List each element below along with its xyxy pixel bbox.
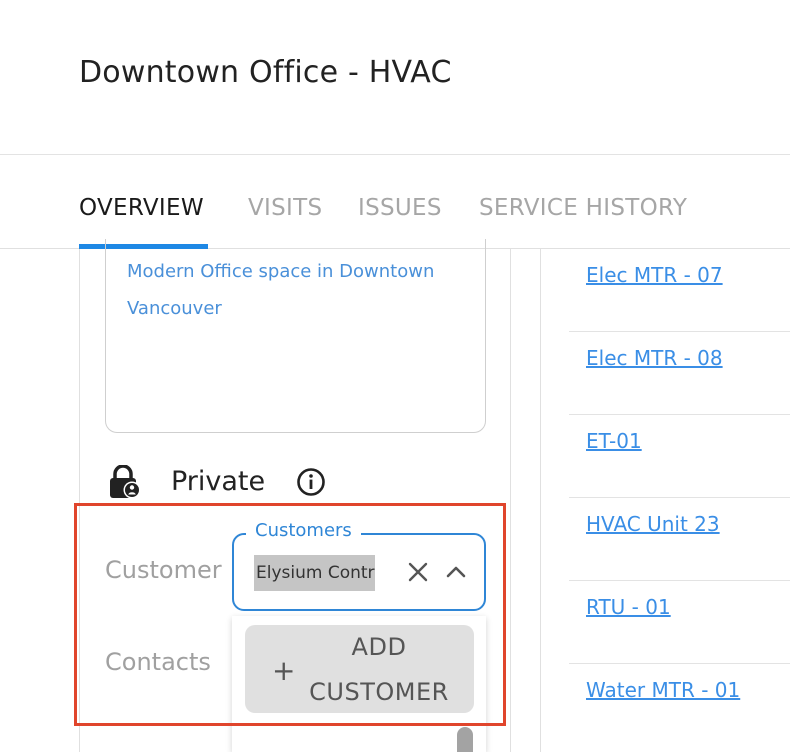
tab-service-history[interactable]: SERVICE HISTORY	[479, 195, 687, 221]
customer-select[interactable]: Customers Elysium Contractors	[232, 520, 486, 611]
list-item: Elec MTR - 08	[569, 332, 790, 415]
plus-icon: +	[272, 654, 296, 687]
description-text: Modern Office space in Downtown Vancouve…	[127, 261, 435, 319]
add-customer-label: ADD CUSTOMER	[309, 633, 449, 706]
equipment-link[interactable]: Elec MTR - 07	[586, 263, 723, 287]
customer-select-legend: Customers	[246, 520, 361, 541]
equipment-link[interactable]: ET-01	[586, 429, 642, 453]
contacts-label: Contacts	[105, 648, 211, 676]
dropdown-scrollbar[interactable]	[457, 727, 473, 752]
equipment-link[interactable]: RTU - 01	[586, 595, 671, 619]
tab-issues[interactable]: ISSUES	[358, 195, 442, 221]
list-item: Water MTR - 01	[569, 664, 790, 747]
customer-label: Customer	[105, 556, 222, 584]
close-icon[interactable]	[407, 561, 429, 583]
customer-dropdown: + ADD CUSTOMER	[232, 616, 486, 752]
list-item: RTU - 01	[569, 581, 790, 664]
privacy-row: Private	[108, 465, 408, 501]
list-item: HVAC Unit 23	[569, 498, 790, 581]
tab-overview[interactable]: OVERVIEW	[79, 195, 204, 221]
info-icon[interactable]	[296, 467, 326, 497]
chevron-up-icon[interactable]	[446, 564, 466, 578]
add-customer-button[interactable]: + ADD CUSTOMER	[245, 625, 474, 713]
tab-bar: OVERVIEW VISITS ISSUES SERVICE HISTORY	[0, 155, 790, 249]
equipment-link[interactable]: HVAC Unit 23	[586, 512, 720, 536]
tab-visits[interactable]: VISITS	[248, 195, 322, 221]
equipment-link[interactable]: Elec MTR - 08	[586, 346, 723, 370]
page-title: Downtown Office - HVAC	[79, 55, 452, 90]
equipment-link[interactable]: Water MTR - 01	[586, 678, 740, 702]
page-header: Downtown Office - HVAC	[0, 0, 790, 155]
list-item: ET-01	[569, 415, 790, 498]
equipment-list: Elec MTR - 07 Elec MTR - 08 ET-01 HVAC U…	[540, 249, 790, 752]
overview-card: Modern Office space in Downtown Vancouve…	[79, 239, 511, 752]
customer-select-value[interactable]: Elysium Contractors	[254, 555, 375, 591]
lock-user-icon	[110, 465, 140, 499]
privacy-label: Private	[171, 466, 266, 497]
list-item: Elec MTR - 07	[569, 249, 790, 332]
description-field[interactable]: Modern Office space in Downtown Vancouve…	[105, 239, 486, 433]
